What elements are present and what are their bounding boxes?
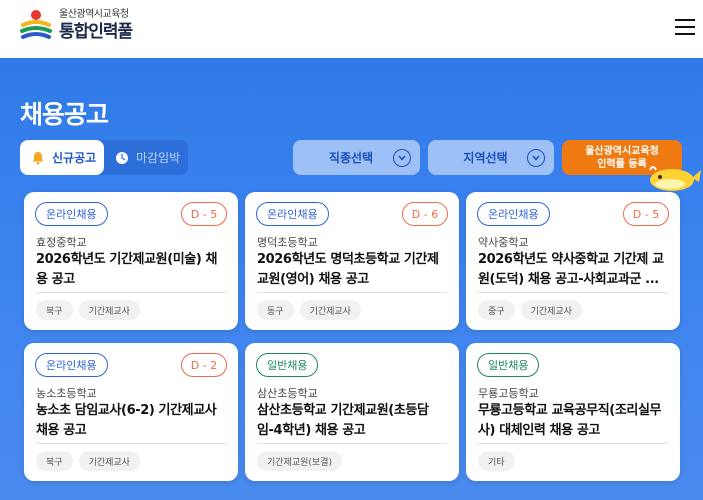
bell-icon (30, 150, 46, 166)
posting-card[interactable]: 일반채용삼산초등학교삼산초등학교 기간제교원(초등담임-4학년) 채용 공고기간… (245, 343, 459, 481)
dday-badge: D - 6 (402, 202, 448, 226)
tag-list: 중구 기간제교사 (478, 300, 588, 320)
tag-chip: 기간제교사 (78, 300, 140, 320)
school-name: 무룡고등학교 (478, 387, 539, 400)
school-name: 약사중학교 (478, 236, 529, 249)
posting-card[interactable]: 온라인채용 D - 2 농소초등학교농소초 담임교사(6-2) 기간제교사 채용 공… (24, 343, 238, 481)
recruit-type-badge: 일반채용 (477, 353, 540, 377)
page-title: 채용공고 (20, 100, 109, 129)
posting-title: 2026학년도 기간제교원(미술) 채용 공고 (36, 252, 218, 287)
recruit-type-badge: 일반채용 (256, 353, 319, 377)
register-line1: 울산광역시교육청 (585, 145, 659, 157)
ulsan-education-logo-icon (20, 10, 52, 39)
tag-chip: 기간제교사 (299, 300, 361, 320)
hamburger-menu-icon[interactable] (675, 19, 695, 37)
region-select-label: 지역선택 (463, 151, 508, 165)
tag-list: 기타 (478, 451, 521, 471)
card-divider (478, 292, 668, 293)
chevron-down-icon (393, 148, 411, 167)
tag-list: 북구 기간제교사 (36, 451, 146, 471)
card-divider (478, 443, 668, 444)
card-divider (36, 443, 226, 444)
register-line2: 인력풀 등록 (597, 158, 647, 170)
recruit-type-badge: 온라인채용 (35, 353, 108, 377)
posting-title: 농소초 담임교사(6-2) 기간제교사 채용 공고 (36, 403, 217, 438)
logo-title: 통합인력풀 (59, 22, 133, 42)
tag-list: 북구 기간제교사 (36, 300, 146, 320)
card-divider (257, 292, 447, 293)
posting-tabs: 신규공고 마감임박 (20, 140, 188, 175)
region-select[interactable]: 지역선택 (428, 140, 554, 175)
posting-card[interactable]: 일반채용무룡고등학교무룡고등학교 교육공무직(조리실무사) 대체인력 채용 공고… (466, 343, 680, 481)
tab-new-label: 신규공고 (52, 151, 97, 165)
school-name: 명덕초등학교 (257, 236, 318, 249)
tag-chip: 기간제교원(보결) (257, 451, 342, 471)
logo[interactable]: 울산광역시교육청 통합인력풀 (20, 9, 133, 43)
job-type-select-label: 직종선택 (328, 151, 374, 165)
tag-chip: 동구 (257, 300, 294, 320)
dday-badge: D - 5 (623, 202, 669, 226)
school-name: 삼산초등학교 (257, 387, 318, 400)
whale-mascot-icon (649, 166, 701, 191)
dday-badge: D - 5 (181, 202, 227, 226)
posting-title: 2026학년도 명덕초등학교 기간제교원(영어) 채용 공고 (257, 252, 439, 287)
posting-card[interactable]: 온라인채용 D - 5 약사중학교 2026학년도 약사중학교 기간제 교원(도덕) … (466, 192, 680, 330)
posting-title: 2026학년도 약사중학교 기간제 교원(도덕) 채용 공고-사회교과군 ... (478, 252, 664, 287)
tag-chip: 기간제교사 (520, 300, 582, 320)
tag-chip: 북구 (36, 300, 73, 320)
posting-card[interactable]: 온라인채용 D - 6 명덕초등학교 2026학년도 명덕초등학교 기간제교원(영어)… (245, 192, 459, 330)
school-name: 효정중학교 (36, 236, 87, 249)
tag-list: 동구 기간제교사 (257, 300, 367, 320)
tag-chip: 기간제교사 (78, 451, 140, 471)
posting-title: 무룡고등학교 교육공무직(조리실무사) 대체인력 채용 공고 (478, 403, 662, 438)
recruit-type-badge: 온라인채용 (256, 202, 329, 226)
school-name: 농소초등학교 (36, 387, 97, 400)
posting-title: 삼산초등학교 기간제교원(초등담임-4학년) 채용 공고 (257, 403, 429, 438)
clock-icon (114, 150, 130, 166)
card-divider (36, 292, 226, 293)
card-divider (257, 443, 447, 444)
tab-deadline-soon[interactable]: 마감임박 (108, 140, 188, 175)
chevron-down-icon (527, 148, 545, 167)
tag-chip: 중구 (478, 300, 515, 320)
site-header: 울산광역시교육청 통합인력풀 (0, 0, 703, 58)
tab-deadline-label: 마감임박 (136, 151, 181, 165)
tag-chip: 북구 (36, 451, 73, 471)
recruit-type-badge: 온라인채용 (477, 202, 550, 226)
tab-new-postings[interactable]: 신규공고 (20, 140, 104, 175)
logo-subtitle: 울산광역시교육청 (59, 9, 129, 20)
tag-list: 기간제교원(보결) (257, 451, 348, 471)
recruit-type-badge: 온라인채용 (35, 202, 108, 226)
posting-card[interactable]: 온라인채용 D - 5 효정중학교 2026학년도 기간제교원(미술) 채용 공고북구… (24, 192, 238, 330)
job-type-select[interactable]: 직종선택 (293, 140, 420, 175)
tag-chip: 기타 (478, 451, 515, 471)
dday-badge: D - 2 (181, 353, 227, 377)
